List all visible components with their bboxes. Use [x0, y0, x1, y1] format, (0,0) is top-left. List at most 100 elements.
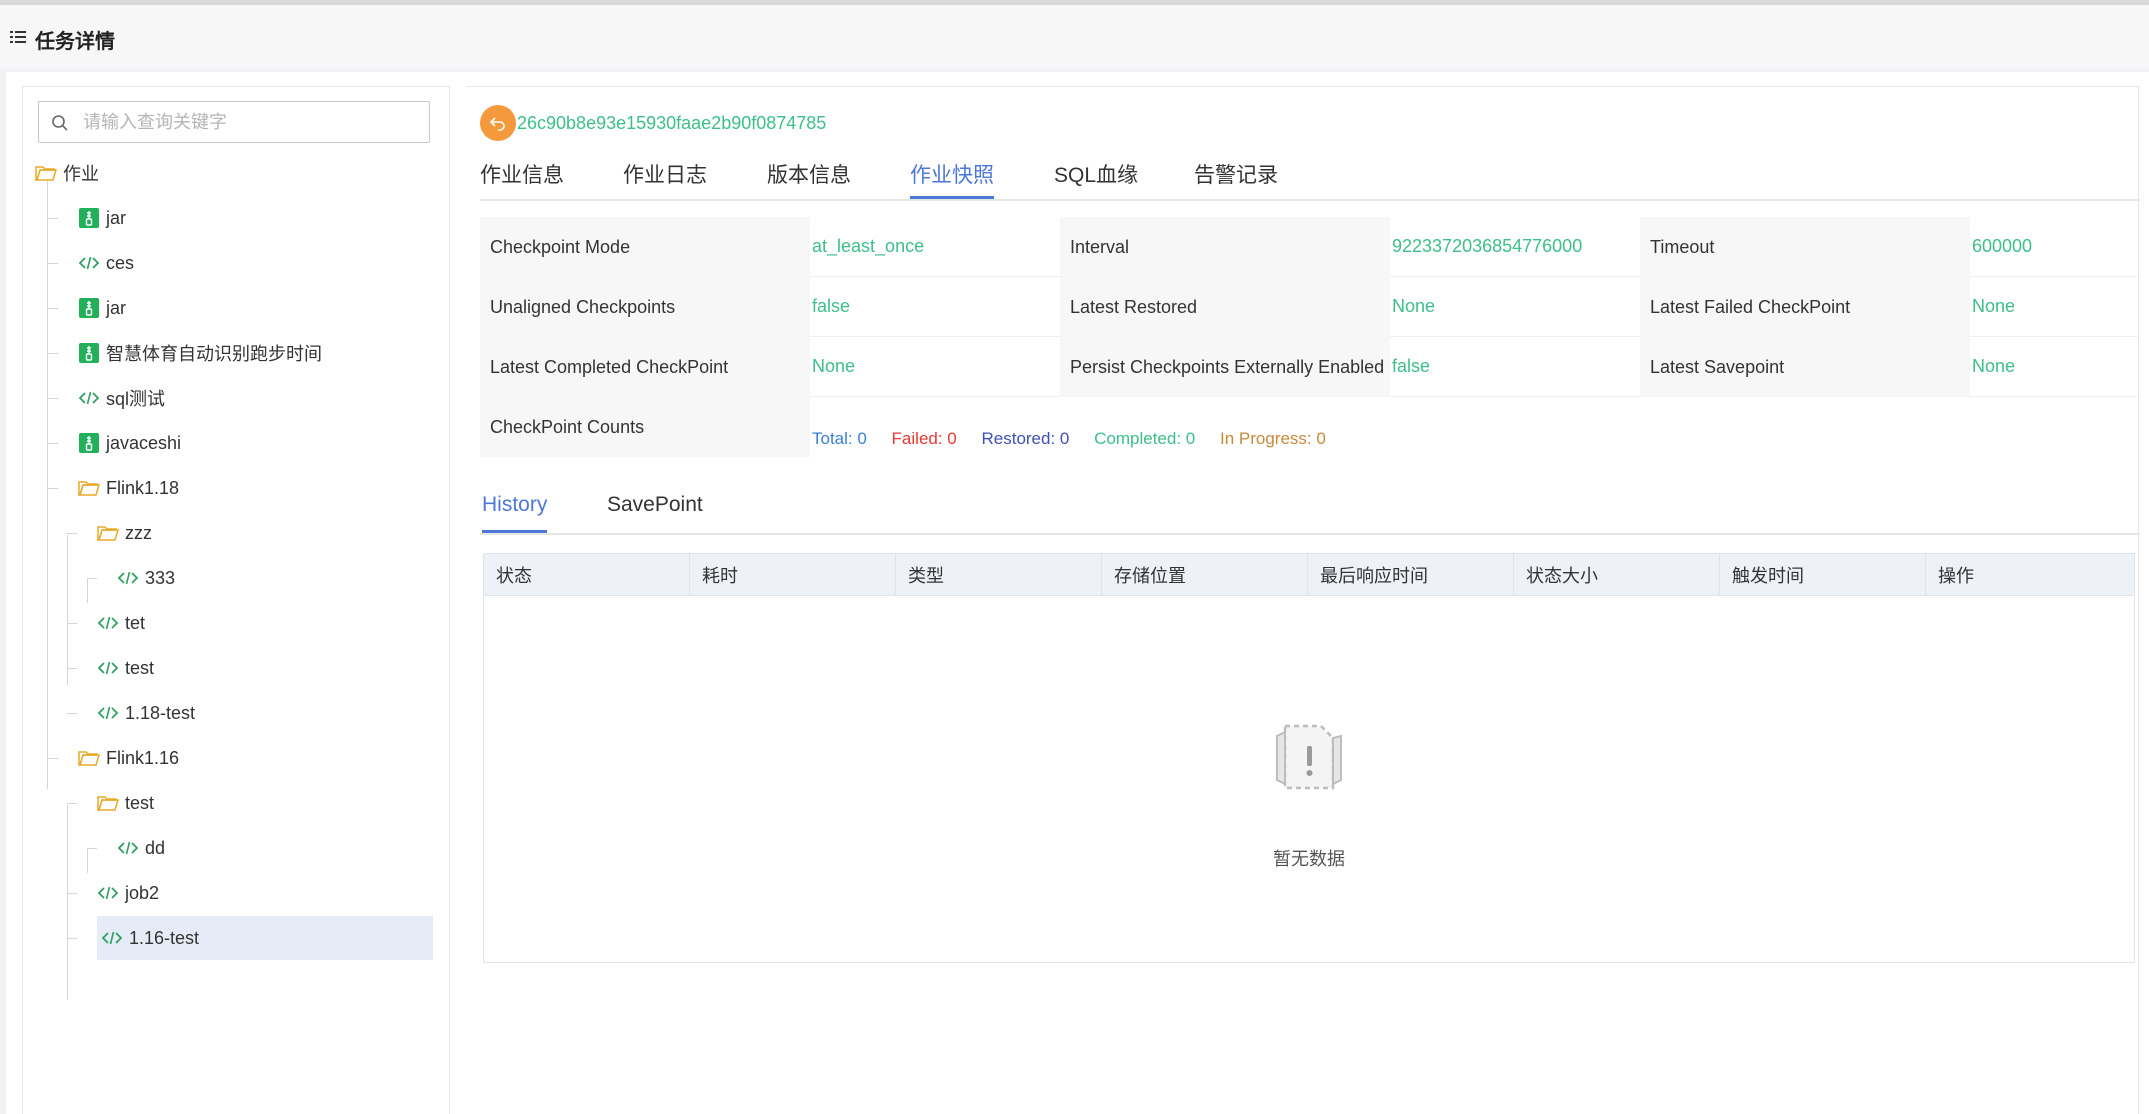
- tree-node[interactable]: 1.18-test: [97, 691, 195, 735]
- tree-node-label: dd: [145, 837, 166, 858]
- back-arrow-icon: [489, 117, 505, 131]
- tree-guide-line: [87, 579, 88, 603]
- tree-node-label: 1.16-test: [129, 927, 200, 948]
- tab-sql-lineage[interactable]: SQL血缘: [1054, 159, 1138, 199]
- page-title: 任务详情: [35, 31, 115, 53]
- col-storage-location: 存储位置: [1102, 554, 1308, 595]
- tree-guide-line: [47, 181, 48, 789]
- col-type: 类型: [896, 554, 1102, 595]
- search-box[interactable]: [38, 101, 430, 143]
- tree-guide-line: [48, 308, 58, 309]
- top-bar: 任务详情: [0, 0, 2149, 68]
- col-trigger-time: 触发时间: [1720, 554, 1926, 595]
- col-status: 状态: [484, 554, 690, 595]
- tree-node-label: 1.18-test: [125, 702, 196, 723]
- tree-node[interactable]: zzz: [97, 511, 152, 555]
- tree-guide-line: [48, 398, 58, 399]
- latest-restored-value: None: [1390, 277, 1640, 337]
- tree-node-label: javaceshi: [106, 432, 182, 453]
- tree-guide-line: [67, 535, 68, 685]
- tree-guide-line: [48, 353, 58, 354]
- tree-node[interactable]: 智慧体育自动识别跑步时间: [78, 331, 322, 375]
- jar-file-icon: [79, 298, 99, 318]
- count-failed: Failed: 0: [891, 429, 957, 448]
- code-icon: [97, 886, 119, 900]
- tree-node[interactable]: dd: [117, 826, 165, 870]
- tree-node[interactable]: jar: [78, 196, 126, 240]
- tree-node-label: 智慧体育自动识别跑步时间: [106, 344, 322, 364]
- latest-savepoint-value: None: [1970, 337, 2140, 397]
- count-completed: Completed: 0: [1094, 429, 1196, 448]
- tree-node-label: jar: [106, 207, 127, 228]
- tree-node-label: ces: [106, 252, 135, 273]
- jar-file-icon: [79, 433, 99, 453]
- tree-node[interactable]: javaceshi: [78, 421, 181, 465]
- checkpoint-counts-label: CheckPoint Counts: [480, 397, 810, 457]
- code-icon: [117, 841, 139, 855]
- count-restored: Restored: 0: [981, 429, 1070, 448]
- menu-list-icon[interactable]: [8, 27, 28, 47]
- tree-node[interactable]: job2: [97, 871, 159, 915]
- tab-version-info[interactable]: 版本信息: [767, 159, 851, 199]
- tree-guide-line: [67, 803, 77, 804]
- tree-node-label: job2: [125, 882, 160, 903]
- tree-node[interactable]: test: [97, 646, 154, 690]
- latest-failed-checkpoint-value: None: [1970, 277, 2140, 337]
- tree-node-root[interactable]: 作业: [35, 151, 99, 195]
- folder-icon: [97, 526, 119, 541]
- tree-node-label: tet: [125, 612, 146, 633]
- latest-restored-label: Latest Restored: [1060, 277, 1390, 337]
- tree-node[interactable]: tet: [97, 601, 145, 645]
- count-total: Total: 0: [812, 429, 867, 448]
- search-icon: [52, 115, 68, 131]
- folder-icon: [78, 751, 100, 766]
- persist-checkpoints-label: Persist Checkpoints Externally Enabled: [1060, 337, 1390, 397]
- folder-icon: [35, 166, 57, 181]
- timeout-value: 600000: [1970, 217, 2140, 277]
- tree-node[interactable]: 333: [117, 556, 175, 600]
- tree-node-label: 333: [145, 567, 176, 588]
- snapshot-subtabs: History SavePoint: [480, 485, 2140, 535]
- search-input[interactable]: [83, 108, 413, 136]
- tab-history[interactable]: History: [482, 493, 548, 533]
- tree-node[interactable]: Flink1.18: [78, 466, 179, 510]
- checkpoint-counts: Total: 0 Failed: 0 Restored: 0 Completed…: [812, 429, 1346, 449]
- tree-node[interactable]: Flink1.16: [78, 736, 179, 780]
- folder-icon: [78, 481, 100, 496]
- tab-job-log[interactable]: 作业日志: [623, 159, 707, 199]
- tab-savepoint[interactable]: SavePoint: [607, 493, 703, 533]
- tab-job-snapshot[interactable]: 作业快照: [910, 159, 994, 199]
- interval-value: 9223372036854776000: [1390, 217, 1640, 277]
- empty-state: 暂无数据: [484, 714, 2134, 871]
- tree-guide-line: [48, 488, 58, 489]
- tree-node-label: jar: [106, 297, 127, 318]
- tab-alert-records[interactable]: 告警记录: [1194, 159, 1278, 199]
- tree-node[interactable]: 1.16-test: [97, 916, 433, 960]
- interval-label: Interval: [1060, 217, 1390, 277]
- tree-guide-line: [87, 849, 88, 873]
- job-tree-sidebar: 作业 jar ces jar 智慧体育自动识别跑步时间 sql测试 javaceshi Fli…: [22, 86, 450, 1114]
- tree-guide-line: [87, 848, 97, 849]
- code-icon: [97, 661, 119, 675]
- tree-guide-line: [87, 578, 97, 579]
- col-last-response-time: 最后响应时间: [1308, 554, 1514, 595]
- tree-guide-line: [67, 805, 68, 1000]
- code-icon: [78, 391, 100, 405]
- job-id: 26c90b8e93e15930faae2b90f0874785: [517, 113, 827, 133]
- tree-node[interactable]: jar: [78, 286, 126, 330]
- tree-node[interactable]: sql测试: [78, 376, 165, 420]
- latest-failed-checkpoint-label: Latest Failed CheckPoint: [1640, 277, 1970, 337]
- tree-node-label: zzz: [125, 522, 152, 543]
- tree-node[interactable]: test: [97, 781, 154, 825]
- timeout-label: Timeout: [1640, 217, 1970, 277]
- back-button[interactable]: [480, 105, 516, 141]
- tree-node[interactable]: ces: [78, 241, 134, 285]
- empty-data-icon: [1276, 724, 1342, 790]
- latest-savepoint-label: Latest Savepoint: [1640, 337, 1970, 397]
- checkpoint-mode-value: at_least_once: [810, 217, 1060, 277]
- tab-job-info[interactable]: 作业信息: [480, 159, 564, 199]
- tree-guide-line: [48, 263, 58, 264]
- col-state-size: 状态大小: [1514, 554, 1720, 595]
- tree-guide-line: [67, 623, 77, 624]
- code-icon: [101, 931, 123, 945]
